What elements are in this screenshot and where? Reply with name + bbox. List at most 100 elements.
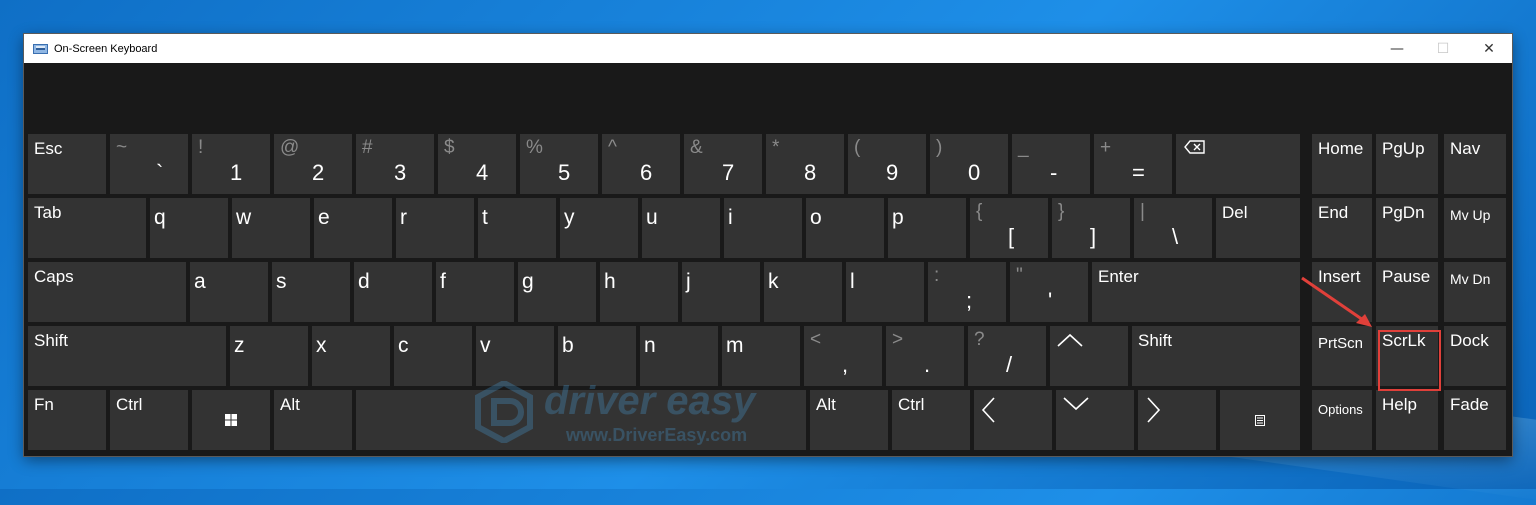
key-menu[interactable] bbox=[1220, 390, 1300, 450]
key-d[interactable]: d bbox=[354, 262, 432, 322]
key-rbracket[interactable]: }] bbox=[1052, 198, 1130, 258]
key-t[interactable]: t bbox=[478, 198, 556, 258]
keyboard-icon bbox=[33, 43, 48, 54]
key-enter[interactable]: Enter bbox=[1092, 262, 1300, 322]
key-f[interactable]: f bbox=[436, 262, 514, 322]
close-button[interactable]: ✕ bbox=[1466, 34, 1512, 63]
key-5[interactable]: % 5 bbox=[520, 134, 598, 194]
key-alt-left[interactable]: Alt bbox=[274, 390, 352, 450]
key-del[interactable]: Del bbox=[1216, 198, 1300, 258]
key-semicolon[interactable]: :; bbox=[928, 262, 1006, 322]
key-prtscn[interactable]: PrtScn bbox=[1312, 326, 1372, 386]
key-h[interactable]: h bbox=[600, 262, 678, 322]
key-3[interactable]: #3 bbox=[356, 134, 434, 194]
key-end[interactable]: End bbox=[1312, 198, 1372, 258]
key-7[interactable]: & 7 bbox=[684, 134, 762, 194]
watermark-url: www.DriverEasy.com bbox=[566, 425, 748, 445]
key-minus[interactable]: _ - bbox=[1012, 134, 1090, 194]
key-y[interactable]: y bbox=[560, 198, 638, 258]
key-equals[interactable]: + = bbox=[1094, 134, 1172, 194]
key-z[interactable]: z bbox=[230, 326, 308, 386]
key-options[interactable]: Options bbox=[1312, 390, 1372, 450]
key-6[interactable]: ^ 6 bbox=[602, 134, 680, 194]
key-shift-left[interactable]: Shift bbox=[28, 326, 226, 386]
window-title: On-Screen Keyboard bbox=[54, 42, 158, 55]
key-fn[interactable]: Fn bbox=[28, 390, 106, 450]
key-n[interactable]: n bbox=[640, 326, 718, 386]
key-tab[interactable]: Tab bbox=[28, 198, 146, 258]
key-r[interactable]: r bbox=[396, 198, 474, 258]
key-l[interactable]: l bbox=[846, 262, 924, 322]
key-m[interactable]: m bbox=[722, 326, 800, 386]
title-bar[interactable]: On-Screen Keyboard — ☐ ✕ bbox=[24, 34, 1512, 63]
key-v[interactable]: v bbox=[476, 326, 554, 386]
key-nav[interactable]: Nav bbox=[1444, 134, 1506, 194]
key-g[interactable]: g bbox=[518, 262, 596, 322]
key-alt-right[interactable]: Alt bbox=[810, 390, 888, 450]
key-fade[interactable]: Fade bbox=[1444, 390, 1506, 450]
key-p[interactable]: p bbox=[888, 198, 966, 258]
key-9[interactable]: (9 bbox=[848, 134, 926, 194]
chevron-up-icon bbox=[1056, 332, 1084, 353]
key-0[interactable]: ) 0 bbox=[930, 134, 1008, 194]
key-left[interactable] bbox=[974, 390, 1052, 450]
watermark-brand: driver easy bbox=[544, 379, 756, 423]
key-u[interactable]: u bbox=[642, 198, 720, 258]
key-backspace[interactable] bbox=[1176, 134, 1300, 194]
key-ctrl-left[interactable]: Ctrl bbox=[110, 390, 188, 450]
key-j[interactable]: j bbox=[682, 262, 760, 322]
key-b[interactable]: b bbox=[558, 326, 636, 386]
osk-window: On-Screen Keyboard — ☐ ✕ Esc ~ ` ! 1 @2 #3… bbox=[24, 34, 1512, 456]
key-down[interactable] bbox=[1056, 390, 1134, 450]
chevron-right-icon bbox=[1146, 396, 1162, 429]
watermark: driver easy www.DriverEasy.com bbox=[474, 379, 814, 449]
key-pgdn[interactable]: PgDn bbox=[1376, 198, 1438, 258]
key-comma[interactable]: <, bbox=[804, 326, 882, 386]
maximize-button: ☐ bbox=[1436, 40, 1450, 57]
key-1[interactable]: ! 1 bbox=[192, 134, 270, 194]
key-mvdn[interactable]: Mv Dn bbox=[1444, 262, 1506, 322]
key-help[interactable]: Help bbox=[1376, 390, 1438, 450]
minimize-button[interactable]: — bbox=[1374, 34, 1420, 63]
key-windows[interactable] bbox=[192, 390, 270, 450]
key-mvup[interactable]: Mv Up bbox=[1444, 198, 1506, 258]
key-backtick[interactable]: ~ ` bbox=[110, 134, 188, 194]
key-w[interactable]: w bbox=[232, 198, 310, 258]
key-2[interactable]: @2 bbox=[274, 134, 352, 194]
keyboard-top-strip bbox=[24, 63, 1512, 125]
chevron-down-icon bbox=[1062, 396, 1090, 417]
key-lbracket[interactable]: {[ bbox=[970, 198, 1048, 258]
key-x[interactable]: x bbox=[312, 326, 390, 386]
key-s[interactable]: s bbox=[272, 262, 350, 322]
key-pgup[interactable]: PgUp bbox=[1376, 134, 1438, 194]
key-esc[interactable]: Esc bbox=[28, 134, 106, 194]
key-ctrl-right[interactable]: Ctrl bbox=[892, 390, 970, 450]
key-dock[interactable]: Dock bbox=[1444, 326, 1506, 386]
key-o[interactable]: o bbox=[806, 198, 884, 258]
scrlk-highlight bbox=[1378, 330, 1441, 391]
key-e[interactable]: e bbox=[314, 198, 392, 258]
key-q[interactable]: q bbox=[150, 198, 228, 258]
key-c[interactable]: c bbox=[394, 326, 472, 386]
key-slash[interactable]: ? / bbox=[968, 326, 1046, 386]
key-pause[interactable]: Pause bbox=[1376, 262, 1438, 322]
key-8[interactable]: * 8 bbox=[766, 134, 844, 194]
arrow-annotation bbox=[1301, 276, 1372, 327]
key-i[interactable]: i bbox=[724, 198, 802, 258]
key-a[interactable]: a bbox=[190, 262, 268, 322]
key-k[interactable]: k bbox=[764, 262, 842, 322]
key-4[interactable]: $4 bbox=[438, 134, 516, 194]
backspace-icon bbox=[1184, 140, 1206, 159]
key-period[interactable]: >. bbox=[886, 326, 964, 386]
key-home[interactable]: Home bbox=[1312, 134, 1372, 194]
key-right[interactable] bbox=[1138, 390, 1216, 450]
chevron-left-icon bbox=[980, 396, 996, 429]
key-up[interactable] bbox=[1050, 326, 1128, 386]
key-shift-right[interactable]: Shift bbox=[1132, 326, 1300, 386]
key-backslash[interactable]: | \ bbox=[1134, 198, 1212, 258]
key-quote[interactable]: " ' bbox=[1010, 262, 1088, 322]
key-caps[interactable]: Caps bbox=[28, 262, 186, 322]
windows-icon bbox=[192, 390, 270, 450]
menu-icon bbox=[1220, 390, 1300, 450]
driver-easy-logo bbox=[475, 381, 533, 443]
